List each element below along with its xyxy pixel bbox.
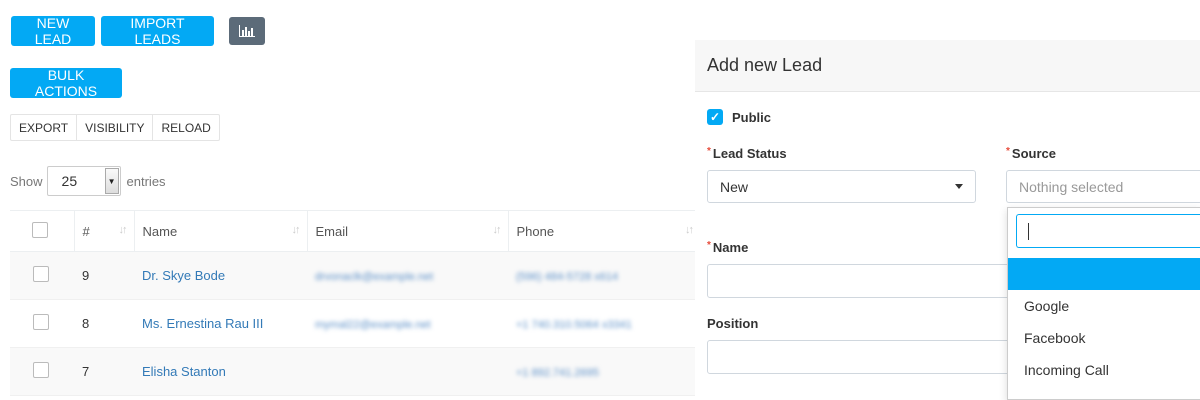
chevron-down-icon: ▼ (104, 168, 119, 194)
row-id: 9 (74, 251, 134, 300)
lead-phone-text[interactable]: +1 740.310.5064 x3341 (516, 319, 632, 331)
lead-email: drvonaclk@example.net (307, 251, 508, 300)
source-placeholder: Nothing selected (1019, 178, 1124, 195)
table-header-row: # ↓↑ Name ↓↑ Email ↓↑ Phone ↓↑ (10, 210, 700, 252)
source-select[interactable]: Nothing selected (1006, 170, 1200, 203)
lead-name-link[interactable]: Dr. Skye Bode (134, 251, 307, 300)
bulk-actions-button[interactable]: BULK ACTIONS (10, 67, 122, 99)
table-row: 9 Dr. Skye Bode drvonaclk@example.net (5… (10, 251, 700, 300)
entries-select[interactable]: 25 ▼ (46, 166, 121, 196)
required-marker: * (1006, 146, 1010, 157)
lead-status-label: * Lead Status (707, 146, 787, 161)
lead-name[interactable]: Elisha Stanton (142, 364, 226, 379)
row-checkbox[interactable] (33, 266, 49, 282)
select-all-header (10, 210, 75, 252)
length-menu: Show 25 ▼ entries (10, 166, 166, 196)
public-label: Public (732, 109, 772, 125)
row-select-cell (10, 251, 74, 300)
lead-name[interactable]: Ms. Ernestina Rau III (142, 316, 263, 331)
lead-email: mymal22@example.net (307, 299, 508, 348)
row-checkbox[interactable] (33, 314, 49, 330)
email-header-label: Email (315, 223, 349, 239)
bar-chart-icon (239, 25, 255, 37)
visibility-button[interactable]: VISIBILITY (77, 115, 154, 140)
row-checkbox[interactable] (33, 362, 49, 378)
lead-name-link[interactable]: Ms. Ernestina Rau III (134, 299, 307, 348)
row-id: 8 (74, 299, 134, 348)
source-search-input[interactable] (1016, 214, 1200, 248)
name-header-label: Name (142, 223, 178, 239)
lead-email (307, 347, 508, 396)
row-id: 7 (74, 347, 134, 396)
lead-email-text[interactable]: drvonaclk@example.net (315, 271, 433, 283)
new-lead-button[interactable]: NEW LEAD (11, 15, 95, 47)
lead-phone: +1 740.310.5064 x3341 (508, 299, 700, 348)
source-option-blank[interactable] (1008, 258, 1200, 290)
position-input[interactable] (707, 340, 1017, 374)
lead-email-text[interactable]: mymal22@example.net (315, 319, 431, 331)
name-input[interactable] (707, 264, 1017, 298)
source-option-incoming-call[interactable]: Incoming Call (1008, 354, 1200, 386)
entries-label: entries (126, 173, 166, 189)
lead-phone: (596) 484-5728 x614 (508, 251, 700, 300)
table-row: 8 Ms. Ernestina Rau III mymal22@example.… (10, 299, 700, 348)
number-header-label: # (82, 223, 90, 239)
leads-summary-button[interactable] (229, 17, 265, 45)
table-row: 7 Elisha Stanton +1 892.741.2695 (10, 347, 700, 396)
show-label: Show (10, 173, 43, 189)
row-select-cell (10, 299, 74, 348)
sort-icon: ↓↑ (118, 224, 128, 236)
lead-name[interactable]: Dr. Skye Bode (142, 268, 225, 283)
modal-title: Add new Lead (695, 40, 1200, 92)
source-option-facebook[interactable]: Facebook (1008, 322, 1200, 354)
lead-phone-text[interactable]: (596) 484-5728 x614 (516, 271, 618, 283)
entries-value: 25 (61, 173, 78, 189)
row-select-cell (10, 347, 74, 396)
lead-status-select[interactable]: New (707, 170, 976, 203)
leads-table: # ↓↑ Name ↓↑ Email ↓↑ Phone ↓↑ 9 Dr. Sky… (10, 210, 700, 396)
public-checkbox[interactable]: ✓ (707, 109, 723, 125)
select-all-checkbox[interactable] (32, 221, 48, 238)
export-button[interactable]: EXPORT (11, 115, 78, 140)
lead-name-link[interactable]: Elisha Stanton (134, 347, 307, 396)
name-label: * Name (707, 240, 749, 255)
public-checkbox-row[interactable]: ✓ Public (707, 109, 771, 125)
source-label: * Source (1006, 146, 1056, 161)
caret-down-icon (955, 184, 963, 189)
column-header-phone[interactable]: Phone ↓↑ (508, 210, 700, 252)
lead-phone-text[interactable]: +1 892.741.2695 (516, 367, 599, 379)
import-leads-button[interactable]: IMPORT LEADS (101, 15, 214, 47)
reload-button[interactable]: RELOAD (153, 115, 218, 140)
table-export-buttons: EXPORT VISIBILITY RELOAD (10, 114, 220, 141)
column-header-name[interactable]: Name ↓↑ (134, 210, 308, 252)
column-header-number[interactable]: # ↓↑ (74, 210, 135, 252)
required-marker: * (707, 146, 711, 157)
required-marker: * (707, 240, 711, 251)
text-cursor (1028, 223, 1029, 240)
phone-header-label: Phone (516, 223, 555, 239)
source-option-google[interactable]: Google (1008, 290, 1200, 322)
sort-icon: ↓↑ (291, 224, 301, 236)
lead-phone: +1 892.741.2695 (508, 347, 700, 396)
source-dropdown-menu: Google Facebook Incoming Call (1007, 207, 1200, 400)
position-label: Position (707, 316, 759, 331)
sort-icon: ↓↑ (492, 224, 502, 236)
sort-icon: ↓↑ (685, 224, 694, 236)
column-header-email[interactable]: Email ↓↑ (307, 210, 509, 252)
lead-status-value: New (720, 178, 749, 195)
